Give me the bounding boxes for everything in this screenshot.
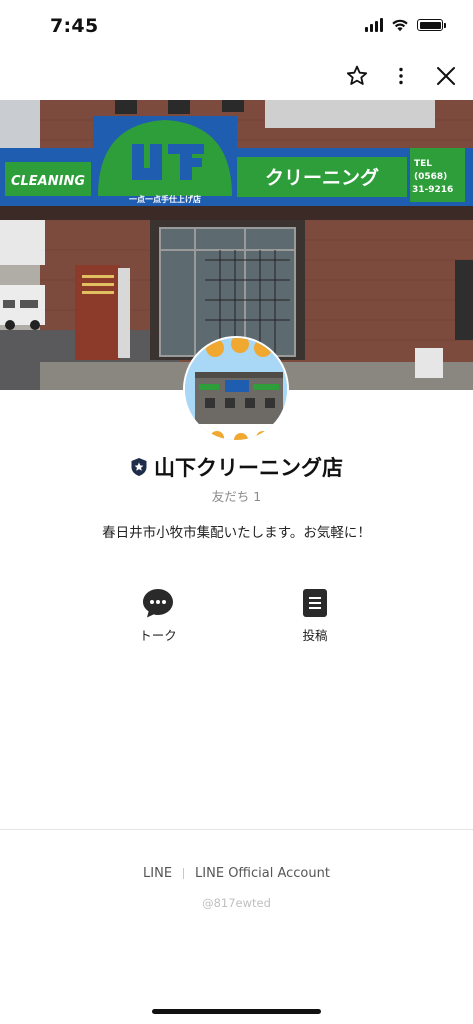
status-bar: 7:45 xyxy=(0,0,473,52)
footer-links: LINE LINE Official Account xyxy=(0,866,473,881)
cellular-signal-icon xyxy=(365,18,383,32)
star-outline-icon xyxy=(346,65,368,85)
profile-name: 山下クリーニング店 xyxy=(154,456,343,480)
profile-name-row: 山下クリーニング店 xyxy=(0,452,473,482)
avatar-image xyxy=(185,338,287,440)
friends-count[interactable]: 友だち 1 xyxy=(0,486,473,505)
sign-tel-line1: (0568) xyxy=(414,172,447,182)
chat-button-label: トーク xyxy=(139,628,177,643)
sign-cleaning-text: CLEANING xyxy=(11,174,85,189)
favorite-button[interactable] xyxy=(343,62,371,90)
wifi-icon xyxy=(392,19,408,32)
status-time: 7:45 xyxy=(50,15,99,37)
top-action-bar xyxy=(0,52,473,100)
sign-tel-label: TEL xyxy=(414,159,432,169)
more-vertical-icon xyxy=(399,67,403,85)
close-icon xyxy=(437,67,455,85)
sign-tel-line2: 31-9216 xyxy=(412,185,453,195)
status-icons xyxy=(365,18,446,32)
home-indicator[interactable] xyxy=(152,1009,321,1014)
footer-separator xyxy=(183,868,185,879)
battery-icon xyxy=(417,19,446,31)
footer-link-official-account[interactable]: LINE Official Account xyxy=(195,866,330,881)
chat-button[interactable]: トーク xyxy=(118,588,198,644)
footer-divider xyxy=(0,829,473,830)
close-button[interactable] xyxy=(432,62,460,90)
post-button[interactable]: 投稿 xyxy=(275,588,355,644)
profile-avatar[interactable] xyxy=(183,336,289,442)
profile-description: 春日井市小牧市集配いたします。お気軽に！ xyxy=(102,525,371,541)
more-options-button[interactable] xyxy=(387,62,415,90)
post-button-label: 投稿 xyxy=(302,628,328,643)
footer-link-line[interactable]: LINE xyxy=(143,866,172,881)
account-id: @817ewted xyxy=(202,896,271,910)
shield-star-icon xyxy=(131,458,147,476)
post-document-icon xyxy=(303,589,327,617)
sign-kuriningu-text: クリーニング xyxy=(265,166,379,189)
sign-center-text: 一点一点手仕上げ店 xyxy=(129,194,201,204)
chat-bubble-icon xyxy=(143,589,173,618)
